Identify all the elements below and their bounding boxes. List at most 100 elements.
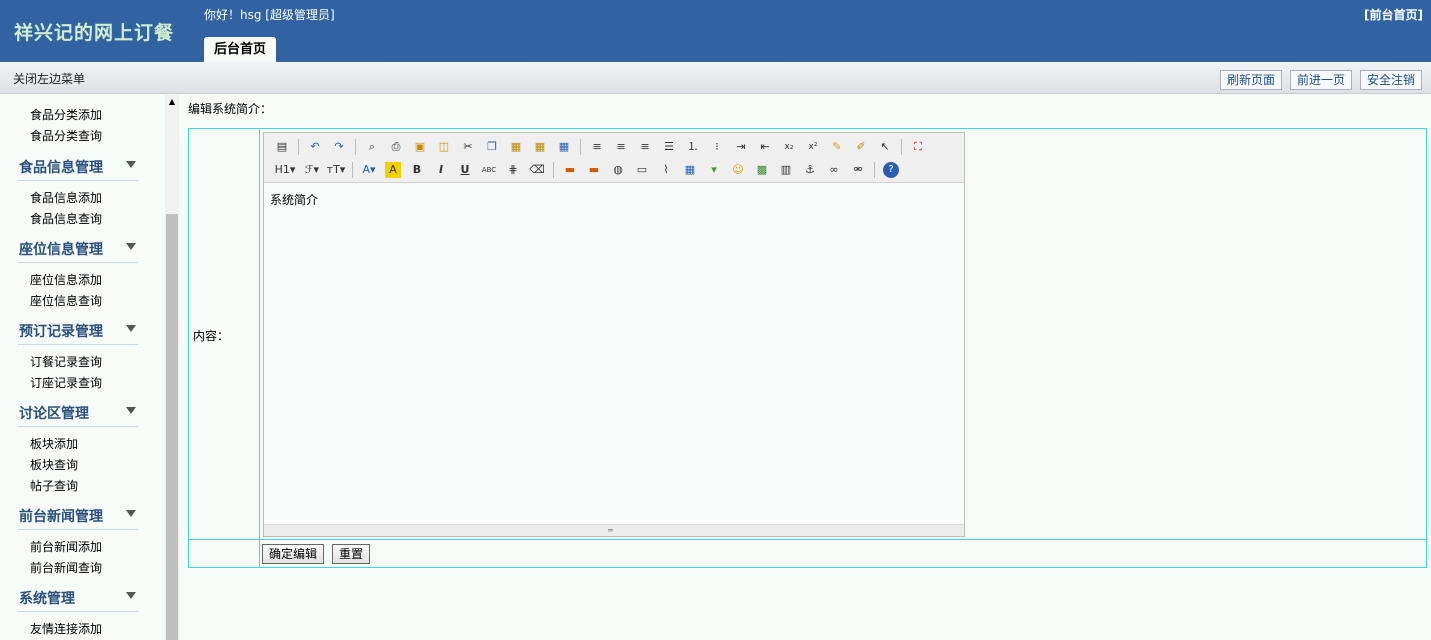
- toolbar-separator: [352, 162, 353, 178]
- print-icon[interactable]: ⎙: [388, 139, 404, 155]
- link-icon[interactable]: ∞: [826, 162, 842, 178]
- sidebar-item-food-category-query[interactable]: 食品分类查询: [30, 127, 102, 144]
- table-icon[interactable]: ▦: [682, 162, 698, 178]
- chevron-down-icon: [126, 407, 136, 414]
- sidebar-group-system[interactable]: 系统管理: [18, 588, 138, 612]
- scroll-thumb[interactable]: [166, 214, 178, 640]
- sidebar-group-label: 讨论区管理: [19, 406, 89, 422]
- multi-image-icon[interactable]: ▬: [586, 162, 602, 178]
- toolbar-row-1: ▤ ↶ ↷ ⌕ ⎙ ▣ ◫ ✂ ❐ ▦ ▦ ▦ ≡ ≡ ≡ ☰ ⒈ ⁝ ⇥ ⇤ …: [270, 136, 930, 158]
- map-icon[interactable]: ▩: [754, 162, 770, 178]
- sidebar-item-board-query[interactable]: 板块查询: [30, 456, 78, 473]
- strike-icon[interactable]: ABC: [481, 162, 497, 178]
- line-height-icon[interactable]: ⋕: [505, 162, 521, 178]
- paste-icon[interactable]: ▦: [508, 139, 524, 155]
- paste-word-icon[interactable]: ▦: [556, 139, 572, 155]
- code-icon[interactable]: ◫: [436, 139, 452, 155]
- indent-icon[interactable]: ⇥: [733, 139, 749, 155]
- undo-icon[interactable]: ↶: [307, 139, 323, 155]
- fullscreen-icon[interactable]: ⛶: [910, 139, 926, 155]
- toolbar-row-2: H1▾ ℱ▾ ᴛT▾ A▾ A B I U ABC ⋕ ⌫ ▬ ▬ ◍ ▭ ⌇ …: [270, 159, 903, 181]
- font-color-icon[interactable]: A▾: [361, 162, 377, 178]
- align-left-icon[interactable]: ≡: [589, 139, 605, 155]
- ordered-list-icon[interactable]: ⒈: [685, 139, 701, 155]
- editor-toolbar: ▤ ↶ ↷ ⌕ ⎙ ▣ ◫ ✂ ❐ ▦ ▦ ▦ ≡ ≡ ≡ ☰ ⒈ ⁝ ⇥ ⇤ …: [264, 133, 964, 183]
- bold-icon[interactable]: B: [409, 162, 425, 178]
- sidebar-item-post-query[interactable]: 帖子查询: [30, 477, 78, 494]
- superscript-icon[interactable]: x²: [805, 139, 821, 155]
- source-icon[interactable]: ▤: [274, 139, 290, 155]
- align-justify-icon[interactable]: ☰: [661, 139, 677, 155]
- sidebar-item-friend-link-add[interactable]: 友情连接添加: [30, 620, 102, 637]
- confirm-edit-button[interactable]: 确定编辑: [262, 544, 325, 564]
- paste-text-icon[interactable]: ▦: [532, 139, 548, 155]
- sidebar-item-seat-info-query[interactable]: 座位信息查询: [30, 292, 102, 309]
- sidebar: 食品分类添加 食品分类查询 食品信息管理 食品信息添加 食品信息查询 座位信息管…: [0, 95, 165, 640]
- attachment-icon[interactable]: ⌇: [658, 162, 674, 178]
- clear-format-icon[interactable]: ✎: [829, 139, 845, 155]
- close-left-menu-label: 关闭左边菜单: [13, 72, 86, 86]
- scroll-up-arrow-icon[interactable]: ▲: [165, 95, 179, 109]
- redo-icon[interactable]: ↷: [331, 139, 347, 155]
- safe-logout-button[interactable]: 安全注销: [1360, 70, 1423, 90]
- sidebar-scrollbar[interactable]: ▲: [165, 95, 179, 640]
- sidebar-item-seat-info-add[interactable]: 座位信息添加: [30, 271, 102, 288]
- front-page-link[interactable]: [前台首页]: [1364, 6, 1423, 23]
- close-left-menu-link[interactable]: 关闭左边菜单: [13, 70, 85, 87]
- table-divider: [189, 539, 1426, 540]
- chevron-down-icon: [126, 510, 136, 517]
- flash-icon[interactable]: ◍: [610, 162, 626, 178]
- rich-text-editor[interactable]: ▤ ↶ ↷ ⌕ ⎙ ▣ ◫ ✂ ❐ ▦ ▦ ▦ ≡ ≡ ≡ ☰ ⒈ ⁝ ⇥ ⇤ …: [263, 132, 965, 537]
- sidebar-item-food-info-add[interactable]: 食品信息添加: [30, 189, 102, 206]
- italic-icon[interactable]: I: [433, 162, 449, 178]
- chevron-down-icon: [126, 592, 136, 599]
- forward-page-button[interactable]: 前进一页: [1290, 70, 1353, 90]
- preview-icon[interactable]: ⌕: [364, 139, 380, 155]
- page-break-icon[interactable]: ▥: [778, 162, 794, 178]
- image-icon[interactable]: ▬: [562, 162, 578, 178]
- refresh-page-button[interactable]: 刷新页面: [1220, 70, 1283, 90]
- sidebar-group-forum[interactable]: 讨论区管理: [18, 403, 138, 427]
- tab-admin-home[interactable]: 后台首页: [204, 37, 276, 62]
- select-all-icon[interactable]: ✐: [853, 139, 869, 155]
- sidebar-item-meal-order-query[interactable]: 订餐记录查询: [30, 353, 102, 370]
- hr-icon[interactable]: ▾: [706, 162, 722, 178]
- cut-icon[interactable]: ✂: [460, 139, 476, 155]
- font-size-icon[interactable]: ᴛT▾: [327, 162, 346, 178]
- eraser-icon[interactable]: ⌫: [529, 162, 545, 178]
- resize-handle-icon[interactable]: ═: [608, 526, 613, 536]
- outdent-icon[interactable]: ⇤: [757, 139, 773, 155]
- underline-icon[interactable]: U: [457, 162, 473, 178]
- sidebar-group-food-info[interactable]: 食品信息管理: [18, 157, 138, 181]
- sidebar-item-news-query[interactable]: 前台新闻查询: [30, 559, 102, 576]
- sidebar-item-board-add[interactable]: 板块添加: [30, 435, 78, 452]
- top-header: 祥兴记的网上订餐 你好！hsg [超级管理员] [前台首页] 后台首页: [0, 0, 1431, 62]
- sidebar-group-news[interactable]: 前台新闻管理: [18, 506, 138, 530]
- font-family-icon[interactable]: ℱ▾: [304, 162, 320, 178]
- table-divider: [259, 129, 260, 567]
- anchor-icon[interactable]: ⚓: [802, 162, 818, 178]
- sidebar-group-booking-records[interactable]: 预订记录管理: [18, 321, 138, 345]
- sidebar-group-label: 食品信息管理: [19, 160, 103, 176]
- sidebar-item-seat-order-query[interactable]: 订座记录查询: [30, 374, 102, 391]
- sidebar-item-food-category-add[interactable]: 食品分类添加: [30, 106, 102, 123]
- unlink-icon[interactable]: ⚮: [850, 162, 866, 178]
- reset-button[interactable]: 重置: [332, 544, 371, 564]
- copy-icon[interactable]: ❐: [484, 139, 500, 155]
- media-icon[interactable]: ▭: [634, 162, 650, 178]
- editor-content-area[interactable]: 系统简介: [270, 191, 318, 208]
- subscript-icon[interactable]: x₂: [781, 139, 797, 155]
- sidebar-group-seat-info[interactable]: 座位信息管理: [18, 239, 138, 263]
- sidebar-group-label: 预订记录管理: [19, 324, 103, 340]
- heading-icon[interactable]: H1▾: [274, 162, 296, 178]
- highlight-icon[interactable]: A: [385, 162, 401, 178]
- align-right-icon[interactable]: ≡: [637, 139, 653, 155]
- align-center-icon[interactable]: ≡: [613, 139, 629, 155]
- unordered-list-icon[interactable]: ⁝: [709, 139, 725, 155]
- sidebar-item-food-info-query[interactable]: 食品信息查询: [30, 210, 102, 227]
- select-icon[interactable]: ↖: [877, 139, 893, 155]
- sidebar-item-news-add[interactable]: 前台新闻添加: [30, 538, 102, 555]
- template-icon[interactable]: ▣: [412, 139, 428, 155]
- help-icon[interactable]: ?: [883, 162, 899, 178]
- emoticon-icon[interactable]: ☺: [730, 162, 746, 178]
